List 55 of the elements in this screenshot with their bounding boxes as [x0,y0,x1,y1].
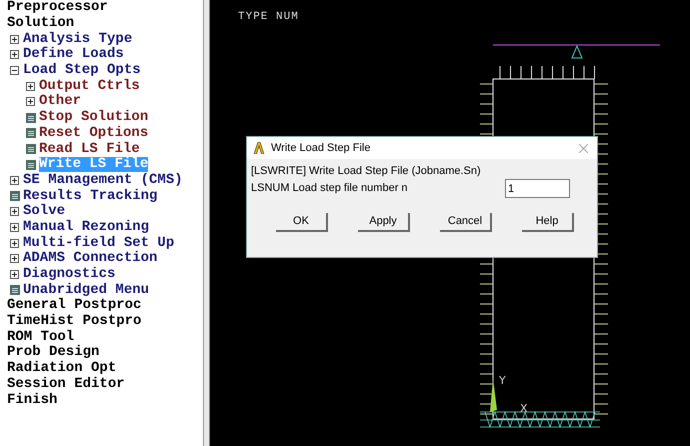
command-icon [26,128,36,138]
expand-icon[interactable] [10,176,19,185]
tree-item[interactable]: Read LS File [39,142,140,157]
tree-item[interactable]: Preprocessor [7,0,108,16]
tree-item[interactable]: Multi-field Set Up [23,236,174,251]
input-field[interactable]: 1 [505,179,570,198]
tree-item[interactable]: ROM Tool [7,330,74,345]
field-label: LSNUM Load step file number n [251,181,408,196]
expand-icon[interactable] [10,270,19,280]
axis-label: X [520,402,528,415]
tree-item[interactable]: Finish [7,392,58,408]
dialog-button[interactable]: Apply [358,213,410,232]
tree-item[interactable]: Load Step Opts [23,63,141,78]
command-icon [10,191,20,202]
tree-item[interactable]: General Postproc [7,298,142,314]
tree-item[interactable]: Radiation Opt [7,361,116,376]
tree-item[interactable]: Other [39,94,82,110]
graphics-heading: TYPE NUM [238,10,299,25]
expand-icon[interactable] [10,207,19,216]
command-description: [LSWRITE] Write Load Step File (Jobname.Sn) [251,164,482,179]
dialog-title: Write Load Step File [271,140,370,156]
tree-item[interactable]: Stop Solution [39,110,148,126]
expand-icon[interactable] [26,97,35,106]
tree-item[interactable]: SE Management (CMS) [23,172,183,188]
tree-item[interactable]: Solve [23,204,66,220]
command-icon [26,112,36,123]
tree-item[interactable]: Solution [7,16,74,32]
command-icon [10,285,20,296]
scrollbar[interactable] [204,0,210,446]
expand-icon[interactable] [10,34,19,44]
expand-icon[interactable] [10,254,19,264]
tree-item[interactable]: Prob Design [7,345,100,360]
expand-icon[interactable] [10,238,19,248]
tree-item[interactable]: ADAMS Connection [23,251,158,266]
tree-item[interactable]: Output Ctrls [39,78,140,94]
expand-icon[interactable] [10,222,19,232]
dialog-button[interactable]: Cancel [440,213,492,232]
command-icon [26,160,36,170]
tree-item[interactable]: Diagnostics [23,267,116,282]
axis-label: Y [499,374,506,387]
expand-icon[interactable] [10,50,19,60]
dialog-button[interactable]: OK [276,213,328,232]
collapse-icon[interactable] [10,66,19,76]
tree-item[interactable]: Session Editor [7,376,125,392]
expand-icon[interactable] [26,82,35,91]
app-logo-icon [253,142,265,154]
dialog-button[interactable]: Help [522,213,574,232]
tree-item[interactable]: Define Loads [23,47,124,62]
tree-item[interactable]: TimeHist Postpro [7,314,142,330]
tree-item[interactable]: Results Tracking [23,188,158,204]
tree-item[interactable]: Manual Rezoning [23,220,150,235]
command-icon [26,144,36,154]
tree-item[interactable]: Analysis Type [23,32,132,47]
tree-item[interactable]: Unabridged Menu [23,282,150,298]
tree-item[interactable]: Reset Options [39,126,148,141]
